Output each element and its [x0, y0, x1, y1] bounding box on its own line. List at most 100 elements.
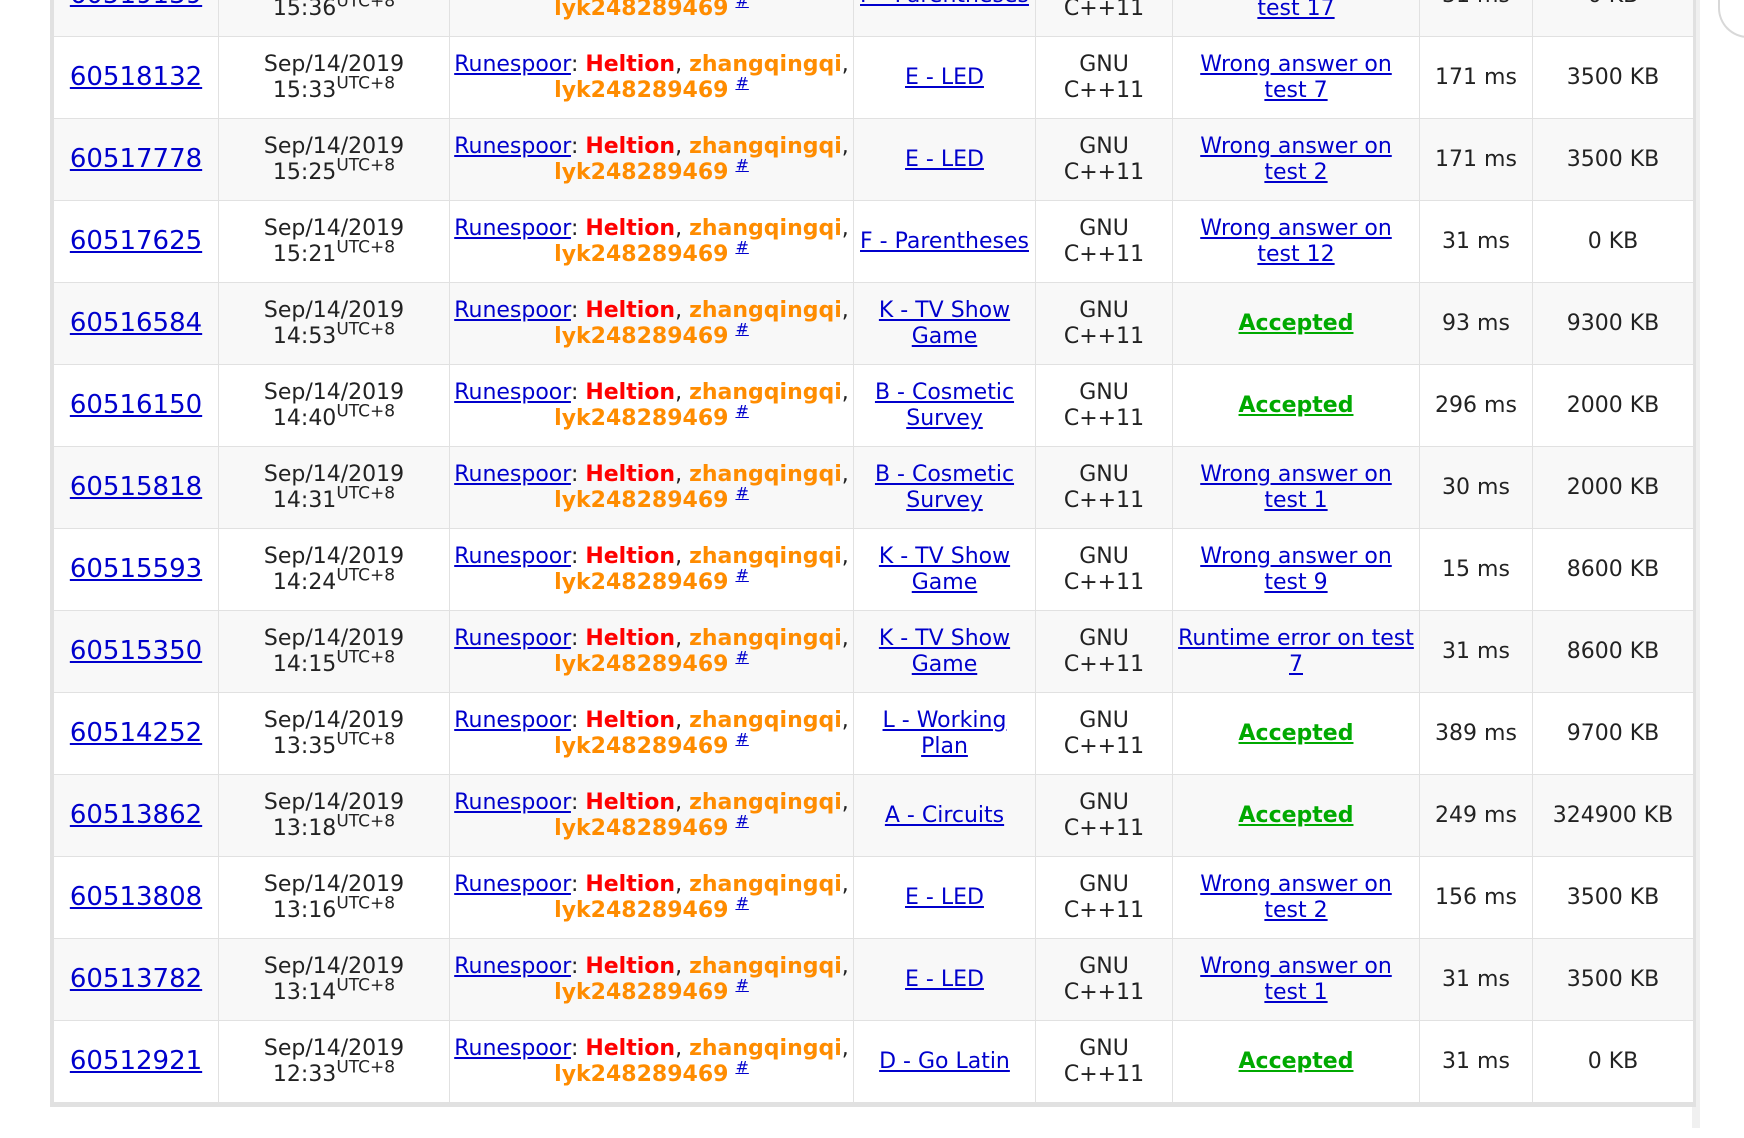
member-name[interactable]: lyk248289469 — [554, 816, 728, 841]
member-name[interactable]: lyk248289469 — [554, 898, 728, 923]
member-name[interactable]: lyk248289469 — [554, 488, 728, 513]
submission-id-link[interactable]: 60515350 — [70, 636, 202, 666]
verdict-link[interactable]: Wrong answer on test 2 — [1200, 872, 1392, 923]
member-name[interactable]: lyk248289469 — [554, 734, 728, 759]
team-link[interactable]: Runespoor — [454, 52, 571, 77]
submission-id-link[interactable]: 60513862 — [70, 800, 202, 830]
member-name[interactable]: zhangqingqi — [689, 52, 842, 77]
member-name[interactable]: zhangqingqi — [689, 1036, 842, 1061]
party-hash-link[interactable]: # — [735, 1057, 748, 1076]
problem-link[interactable]: E - LED — [905, 885, 984, 910]
verdict-link[interactable]: Wrong answer on test 12 — [1200, 216, 1392, 267]
member-name[interactable]: lyk248289469 — [554, 1062, 728, 1087]
team-link[interactable]: Runespoor — [454, 872, 571, 897]
verdict-link[interactable]: Accepted — [1239, 311, 1354, 336]
member-name[interactable]: Heltion — [585, 1036, 675, 1061]
submission-id-link[interactable]: 60516150 — [70, 390, 202, 420]
verdict-link[interactable]: Accepted — [1239, 393, 1354, 418]
verdict-link[interactable]: Accepted — [1239, 721, 1354, 746]
member-name[interactable]: lyk248289469 — [554, 324, 728, 349]
member-name[interactable]: zhangqingqi — [689, 954, 842, 979]
problem-link[interactable]: E - LED — [905, 147, 984, 172]
party-hash-link[interactable]: # — [735, 401, 748, 420]
team-link[interactable]: Runespoor — [454, 462, 571, 487]
verdict-link[interactable]: Runtime error on test 7 — [1178, 626, 1414, 677]
member-name[interactable]: Heltion — [585, 872, 675, 897]
party-hash-link[interactable]: # — [735, 319, 748, 338]
team-link[interactable]: Runespoor — [454, 626, 571, 651]
member-name[interactable]: lyk248289469 — [554, 406, 728, 431]
party-hash-link[interactable]: # — [735, 647, 748, 666]
member-name[interactable]: zhangqingqi — [689, 298, 842, 323]
member-name[interactable]: Heltion — [585, 708, 675, 733]
problem-link[interactable]: A - Circuits — [885, 803, 1004, 828]
problem-link[interactable]: E - LED — [905, 967, 984, 992]
verdict-link[interactable]: Wrong answer on test 1 — [1200, 462, 1392, 513]
member-name[interactable]: lyk248289469 — [554, 78, 728, 103]
party-hash-link[interactable]: # — [735, 0, 748, 10]
verdict-link[interactable]: Accepted — [1239, 1049, 1354, 1074]
problem-link[interactable]: E - LED — [905, 65, 984, 90]
problem-link[interactable]: B - Cosmetic Survey — [875, 380, 1014, 431]
party-hash-link[interactable]: # — [735, 811, 748, 830]
submission-id-link[interactable]: 60516584 — [70, 308, 202, 338]
verdict-link[interactable]: Wrong answer on test 7 — [1200, 52, 1392, 103]
member-name[interactable]: zhangqingqi — [689, 462, 842, 487]
member-name[interactable]: Heltion — [585, 626, 675, 651]
problem-link[interactable]: L - Working Plan — [883, 708, 1007, 759]
submission-id-link[interactable]: 60513808 — [70, 882, 202, 912]
team-link[interactable]: Runespoor — [454, 1036, 571, 1061]
team-link[interactable]: Runespoor — [454, 380, 571, 405]
problem-link[interactable]: B - Cosmetic Survey — [875, 462, 1014, 513]
submission-id-link[interactable]: 60514252 — [70, 718, 202, 748]
member-name[interactable]: Heltion — [585, 52, 675, 77]
member-name[interactable]: lyk248289469 — [554, 652, 728, 677]
party-hash-link[interactable]: # — [735, 565, 748, 584]
member-name[interactable]: zhangqingqi — [689, 872, 842, 897]
submission-id-link[interactable]: 60519139 — [70, 0, 202, 10]
member-name[interactable]: Heltion — [585, 954, 675, 979]
member-name[interactable]: lyk248289469 — [554, 160, 728, 185]
problem-link[interactable]: K - TV Show Game — [879, 626, 1010, 677]
team-link[interactable]: Runespoor — [454, 298, 571, 323]
verdict-link[interactable]: Wrong answer on test 9 — [1200, 544, 1392, 595]
team-link[interactable]: Runespoor — [454, 954, 571, 979]
problem-link[interactable]: F - Parentheses — [860, 229, 1029, 254]
member-name[interactable]: zhangqingqi — [689, 544, 842, 569]
submission-id-link[interactable]: 60513782 — [70, 964, 202, 994]
submission-id-link[interactable]: 60517625 — [70, 226, 202, 256]
problem-link[interactable]: F - Parentheses — [860, 0, 1029, 8]
submission-id-link[interactable]: 60515818 — [70, 472, 202, 502]
team-link[interactable]: Runespoor — [454, 790, 571, 815]
member-name[interactable]: Heltion — [585, 380, 675, 405]
party-hash-link[interactable]: # — [735, 237, 748, 256]
member-name[interactable]: Heltion — [585, 462, 675, 487]
party-hash-link[interactable]: # — [735, 155, 748, 174]
verdict-link[interactable]: Wrong answer on test 2 — [1200, 134, 1392, 185]
party-hash-link[interactable]: # — [735, 73, 748, 92]
problem-link[interactable]: D - Go Latin — [879, 1049, 1010, 1074]
team-link[interactable]: Runespoor — [454, 544, 571, 569]
member-name[interactable]: zhangqingqi — [689, 380, 842, 405]
submission-id-link[interactable]: 60512921 — [70, 1046, 202, 1076]
member-name[interactable]: Heltion — [585, 298, 675, 323]
submission-id-link[interactable]: 60518132 — [70, 62, 202, 92]
problem-link[interactable]: K - TV Show Game — [879, 298, 1010, 349]
member-name[interactable]: zhangqingqi — [689, 790, 842, 815]
party-hash-link[interactable]: # — [735, 975, 748, 994]
member-name[interactable]: Heltion — [585, 134, 675, 159]
problem-link[interactable]: K - TV Show Game — [879, 544, 1010, 595]
member-name[interactable]: lyk248289469 — [554, 980, 728, 1005]
verdict-link[interactable]: Accepted — [1239, 803, 1354, 828]
party-hash-link[interactable]: # — [735, 729, 748, 748]
member-name[interactable]: lyk248289469 — [554, 570, 728, 595]
team-link[interactable]: Runespoor — [454, 216, 571, 241]
member-name[interactable]: lyk248289469 — [554, 242, 728, 267]
team-link[interactable]: Runespoor — [454, 708, 571, 733]
member-name[interactable]: Heltion — [585, 216, 675, 241]
submission-id-link[interactable]: 60515593 — [70, 554, 202, 584]
verdict-link[interactable]: Wrong answer on test 1 — [1200, 954, 1392, 1005]
member-name[interactable]: zhangqingqi — [689, 216, 842, 241]
party-hash-link[interactable]: # — [735, 483, 748, 502]
member-name[interactable]: Heltion — [585, 790, 675, 815]
